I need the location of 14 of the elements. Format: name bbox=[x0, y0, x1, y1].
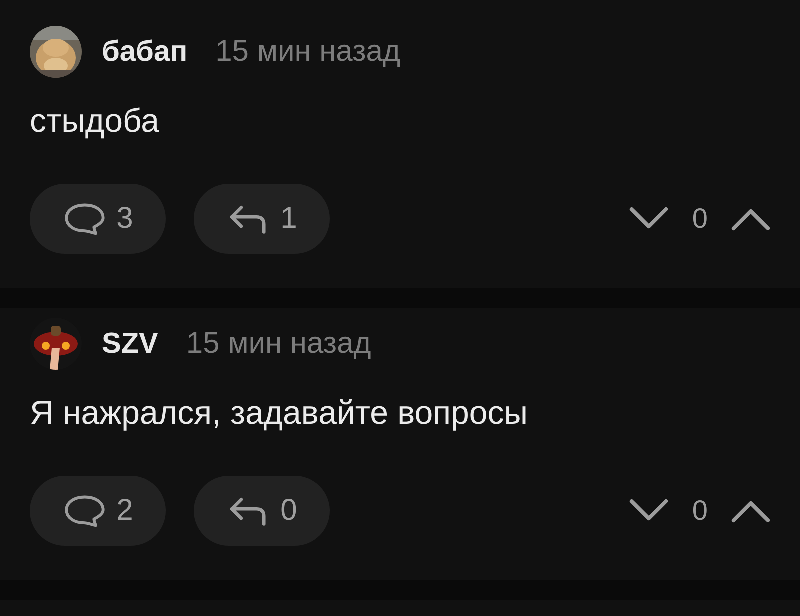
author-name[interactable]: бабап bbox=[102, 36, 188, 68]
comments-button[interactable]: 2 bbox=[30, 476, 166, 546]
reply-button[interactable]: 0 bbox=[194, 476, 330, 546]
reply-button[interactable]: 1 bbox=[194, 184, 330, 254]
comments-button[interactable]: 3 bbox=[30, 184, 166, 254]
timestamp: 15 мин назад bbox=[186, 327, 372, 361]
comment-text: стыдоба bbox=[30, 102, 160, 141]
rating-score: 0 bbox=[692, 495, 708, 527]
rating-score: 0 bbox=[692, 203, 708, 235]
speech-bubble-icon bbox=[62, 494, 107, 528]
timestamp: 15 мин назад bbox=[216, 35, 400, 69]
speech-bubble-icon bbox=[62, 202, 107, 236]
author-name[interactable]: SZV bbox=[102, 328, 158, 360]
comment-text: Я нажрался, задавайте вопросы bbox=[30, 394, 529, 433]
